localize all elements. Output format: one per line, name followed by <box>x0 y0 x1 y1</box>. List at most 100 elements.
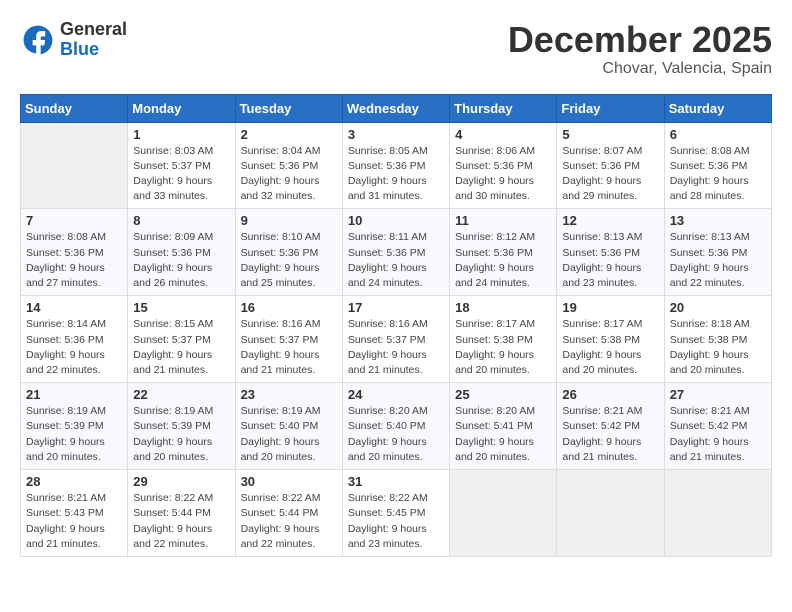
day-info: Sunrise: 8:10 AMSunset: 5:36 PMDaylight:… <box>241 230 337 291</box>
calendar-cell: 23Sunrise: 8:19 AMSunset: 5:40 PMDayligh… <box>235 383 342 470</box>
calendar-week-row: 21 Sunrise: 8:19 AMSunset: 5:39 PMDayligh… <box>21 383 772 470</box>
day-number: 6 <box>670 127 766 142</box>
day-info: Sunrise: 8:04 AMSunset: 5:36 PMDaylight:… <box>241 144 337 205</box>
calendar-cell: 18Sunrise: 8:17 AMSunset: 5:38 PMDayligh… <box>450 296 557 383</box>
calendar-cell: 20 Sunrise: 8:18 AMSunset: 5:38 PMDayligh… <box>664 296 771 383</box>
day-info: Sunrise: 8:19 AMSunset: 5:40 PMDaylight:… <box>241 404 337 465</box>
calendar-cell: 19Sunrise: 8:17 AMSunset: 5:38 PMDayligh… <box>557 296 664 383</box>
weekday-header: Saturday <box>664 94 771 122</box>
day-number: 13 <box>670 213 766 228</box>
day-number: 5 <box>562 127 658 142</box>
calendar-cell: 12 Sunrise: 8:13 AMSunset: 5:36 PMDayligh… <box>557 209 664 296</box>
day-number: 15 <box>133 300 229 315</box>
calendar-cell: 17 Sunrise: 8:16 AMSunset: 5:37 PMDayligh… <box>342 296 449 383</box>
day-number: 12 <box>562 213 658 228</box>
calendar-cell: 8Sunrise: 8:09 AMSunset: 5:36 PMDaylight… <box>128 209 235 296</box>
calendar-cell: 30 Sunrise: 8:22 AMSunset: 5:44 PMDayligh… <box>235 470 342 557</box>
calendar-week-row: 7Sunrise: 8:08 AMSunset: 5:36 PMDaylight… <box>21 209 772 296</box>
title-block: December 2025 Chovar, Valencia, Spain <box>508 20 772 78</box>
calendar-cell <box>557 470 664 557</box>
logo-general-text: General <box>60 20 127 40</box>
day-number: 1 <box>133 127 229 142</box>
day-info: Sunrise: 8:03 AMSunset: 5:37 PMDaylight:… <box>133 144 229 205</box>
day-info: Sunrise: 8:06 AMSunset: 5:36 PMDaylight:… <box>455 144 551 205</box>
weekday-header: Sunday <box>21 94 128 122</box>
weekday-header: Wednesday <box>342 94 449 122</box>
calendar-cell: 10Sunrise: 8:11 AMSunset: 5:36 PMDayligh… <box>342 209 449 296</box>
day-number: 21 <box>26 387 122 402</box>
day-number: 22 <box>133 387 229 402</box>
calendar-cell <box>664 470 771 557</box>
day-number: 17 <box>348 300 444 315</box>
month-title: December 2025 <box>508 20 772 60</box>
calendar-cell: 16 Sunrise: 8:16 AMSunset: 5:37 PMDayligh… <box>235 296 342 383</box>
day-info: Sunrise: 8:22 AMSunset: 5:45 PMDaylight:… <box>348 491 444 552</box>
day-info: Sunrise: 8:16 AMSunset: 5:37 PMDaylight:… <box>348 317 444 378</box>
calendar-cell: 1 Sunrise: 8:03 AMSunset: 5:37 PMDaylight… <box>128 122 235 209</box>
day-info: Sunrise: 8:17 AMSunset: 5:38 PMDaylight:… <box>562 317 658 378</box>
day-number: 29 <box>133 474 229 489</box>
day-number: 2 <box>241 127 337 142</box>
weekday-header: Tuesday <box>235 94 342 122</box>
logo-blue-text: Blue <box>60 40 127 60</box>
calendar-cell <box>450 470 557 557</box>
calendar-week-row: 14Sunrise: 8:14 AMSunset: 5:36 PMDayligh… <box>21 296 772 383</box>
logo: General Blue <box>20 20 127 60</box>
calendar-cell: 26 Sunrise: 8:21 AMSunset: 5:42 PMDayligh… <box>557 383 664 470</box>
day-info: Sunrise: 8:21 AMSunset: 5:43 PMDaylight:… <box>26 491 122 552</box>
day-number: 7 <box>26 213 122 228</box>
day-info: Sunrise: 8:13 AMSunset: 5:36 PMDaylight:… <box>562 230 658 291</box>
day-number: 4 <box>455 127 551 142</box>
calendar-cell: 22 Sunrise: 8:19 AMSunset: 5:39 PMDayligh… <box>128 383 235 470</box>
day-number: 18 <box>455 300 551 315</box>
day-number: 3 <box>348 127 444 142</box>
calendar-cell: 27 Sunrise: 8:21 AMSunset: 5:42 PMDayligh… <box>664 383 771 470</box>
day-info: Sunrise: 8:19 AMSunset: 5:39 PMDaylight:… <box>133 404 229 465</box>
day-info: Sunrise: 8:20 AMSunset: 5:41 PMDaylight:… <box>455 404 551 465</box>
day-info: Sunrise: 8:12 AMSunset: 5:36 PMDaylight:… <box>455 230 551 291</box>
logo-icon <box>20 22 56 58</box>
calendar-cell <box>21 122 128 209</box>
day-info: Sunrise: 8:09 AMSunset: 5:36 PMDaylight:… <box>133 230 229 291</box>
day-number: 20 <box>670 300 766 315</box>
calendar-cell: 14Sunrise: 8:14 AMSunset: 5:36 PMDayligh… <box>21 296 128 383</box>
calendar-cell: 3 Sunrise: 8:05 AMSunset: 5:36 PMDaylight… <box>342 122 449 209</box>
calendar-cell: 5 Sunrise: 8:07 AMSunset: 5:36 PMDaylight… <box>557 122 664 209</box>
day-info: Sunrise: 8:22 AMSunset: 5:44 PMDaylight:… <box>133 491 229 552</box>
location: Chovar, Valencia, Spain <box>508 60 772 78</box>
calendar-cell: 9 Sunrise: 8:10 AMSunset: 5:36 PMDaylight… <box>235 209 342 296</box>
day-number: 27 <box>670 387 766 402</box>
calendar-table: SundayMondayTuesdayWednesdayThursdayFrid… <box>20 94 772 557</box>
day-info: Sunrise: 8:22 AMSunset: 5:44 PMDaylight:… <box>241 491 337 552</box>
calendar-cell: 31 Sunrise: 8:22 AMSunset: 5:45 PMDayligh… <box>342 470 449 557</box>
day-info: Sunrise: 8:18 AMSunset: 5:38 PMDaylight:… <box>670 317 766 378</box>
weekday-header: Thursday <box>450 94 557 122</box>
day-info: Sunrise: 8:16 AMSunset: 5:37 PMDaylight:… <box>241 317 337 378</box>
weekday-header: Friday <box>557 94 664 122</box>
calendar-cell: 13 Sunrise: 8:13 AMSunset: 5:36 PMDayligh… <box>664 209 771 296</box>
day-number: 26 <box>562 387 658 402</box>
calendar-week-row: 1 Sunrise: 8:03 AMSunset: 5:37 PMDaylight… <box>21 122 772 209</box>
day-info: Sunrise: 8:11 AMSunset: 5:36 PMDaylight:… <box>348 230 444 291</box>
day-info: Sunrise: 8:19 AMSunset: 5:39 PMDaylight:… <box>26 404 122 465</box>
day-number: 16 <box>241 300 337 315</box>
day-info: Sunrise: 8:21 AMSunset: 5:42 PMDaylight:… <box>562 404 658 465</box>
logo-text: General Blue <box>60 20 127 60</box>
day-info: Sunrise: 8:07 AMSunset: 5:36 PMDaylight:… <box>562 144 658 205</box>
calendar-cell: 25 Sunrise: 8:20 AMSunset: 5:41 PMDayligh… <box>450 383 557 470</box>
day-number: 14 <box>26 300 122 315</box>
calendar-cell: 7Sunrise: 8:08 AMSunset: 5:36 PMDaylight… <box>21 209 128 296</box>
day-number: 30 <box>241 474 337 489</box>
day-number: 31 <box>348 474 444 489</box>
calendar-cell: 4 Sunrise: 8:06 AMSunset: 5:36 PMDaylight… <box>450 122 557 209</box>
day-number: 11 <box>455 213 551 228</box>
day-number: 9 <box>241 213 337 228</box>
day-number: 25 <box>455 387 551 402</box>
day-info: Sunrise: 8:20 AMSunset: 5:40 PMDaylight:… <box>348 404 444 465</box>
day-info: Sunrise: 8:05 AMSunset: 5:36 PMDaylight:… <box>348 144 444 205</box>
day-number: 28 <box>26 474 122 489</box>
day-info: Sunrise: 8:21 AMSunset: 5:42 PMDaylight:… <box>670 404 766 465</box>
day-info: Sunrise: 8:13 AMSunset: 5:36 PMDaylight:… <box>670 230 766 291</box>
calendar-cell: 11 Sunrise: 8:12 AMSunset: 5:36 PMDayligh… <box>450 209 557 296</box>
calendar-cell: 2 Sunrise: 8:04 AMSunset: 5:36 PMDaylight… <box>235 122 342 209</box>
